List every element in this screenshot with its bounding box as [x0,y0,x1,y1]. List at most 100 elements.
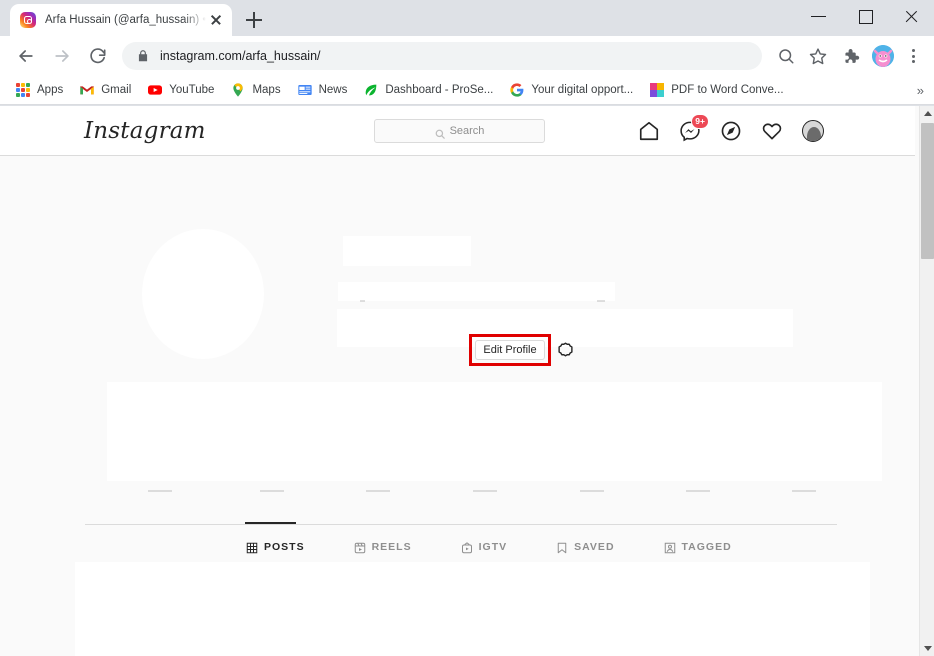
posts-grid-placeholder [75,562,870,656]
instagram-logo[interactable]: Instagram [84,118,206,144]
bookmark-label: Apps [37,84,63,96]
instagram-favicon [20,12,36,28]
bookmark-label: YouTube [169,84,214,96]
messenger-icon[interactable]: 9+ [679,120,701,142]
close-window-button[interactable] [888,0,934,32]
tab-title: Arfa Hussain (@arfa_hussain) • In [45,14,206,26]
edit-profile-button[interactable]: Edit Profile [475,340,545,360]
bookmarks-bar: Apps Gmail YouTube Maps News [0,76,934,105]
back-icon[interactable] [11,41,41,71]
tab-igtv[interactable]: IGTV [461,537,508,557]
skeleton-tick [366,490,390,492]
google-news-icon [297,82,313,98]
profile-picture-placeholder[interactable] [142,229,264,359]
maximize-button[interactable] [842,0,888,32]
bookmark-label: PDF to Word Conve... [671,84,783,96]
explore-icon[interactable] [720,120,742,142]
bookmark-label: Your digital opport... [531,84,633,96]
tab-label: IGTV [479,541,508,553]
profile-tabs: POSTS REELS IGTV [85,537,837,557]
bookmarks-overflow-button[interactable]: » [917,83,924,98]
colorful-squares-icon [649,82,665,98]
three-dot-menu[interactable] [900,42,926,70]
apps-grid-icon [15,82,31,98]
skeleton-tick [792,490,816,492]
active-tab-indicator [245,522,296,524]
scroll-down-arrow[interactable] [920,641,934,656]
grid-icon [246,541,258,553]
scroll-up-arrow[interactable] [920,106,934,121]
maps-pin-icon [230,82,246,98]
url-text: instagram.com/arfa_hussain/ [160,49,321,63]
google-g-icon [509,82,525,98]
activity-heart-icon[interactable] [761,120,783,142]
puzzle-icon[interactable] [836,42,864,70]
search-input[interactable]: Search [374,119,545,143]
skeleton-tick [597,300,605,302]
bookmark-apps[interactable]: Apps [8,79,70,101]
close-icon[interactable] [208,12,224,28]
bookmark-youtube[interactable]: YouTube [140,79,221,101]
page-viewport: Instagram Search 9+ [0,106,919,656]
tab-label: TAGGED [682,541,732,553]
bookmark-label: Dashboard - ProSe... [385,84,493,96]
message-badge: 9+ [691,114,709,129]
tab-label: POSTS [264,541,305,553]
bookmark-your-digital-opportunity[interactable]: Your digital opport... [502,79,640,101]
forward-icon[interactable] [47,41,77,71]
skeleton-tick [360,300,365,302]
igtv-icon [461,541,473,553]
tab-label: REELS [372,541,412,553]
bookmark-label: Gmail [101,84,131,96]
skeleton-tick [473,490,497,492]
instagram-header: Instagram Search 9+ [0,106,919,156]
skeleton-tick [686,490,710,492]
tab-reels[interactable]: REELS [354,537,412,557]
browser-window: Arfa Hussain (@arfa_hussain) • In instag… [0,0,934,656]
bookmark-gmail[interactable]: Gmail [72,79,138,101]
tagged-icon [664,541,676,553]
skeleton-tick [260,490,284,492]
bookmark-pdf-to-word[interactable]: PDF to Word Conve... [642,79,790,101]
instagram-nav: 9+ [638,120,824,142]
tabs-divider [85,524,837,525]
profile-avatar[interactable] [802,120,824,142]
bookmark-label: Maps [252,84,280,96]
title-bar: Arfa Hussain (@arfa_hussain) • In [0,0,934,36]
minimize-button[interactable] [796,0,842,32]
tab-posts[interactable]: POSTS [246,537,305,557]
home-icon[interactable] [638,120,660,142]
scroll-thumb[interactable] [921,123,934,259]
search-icon[interactable] [772,42,800,70]
address-bar[interactable]: instagram.com/arfa_hussain/ [122,42,762,70]
bookmark-maps[interactable]: Maps [223,79,287,101]
new-tab-button[interactable] [240,6,268,34]
search-icon [435,126,445,136]
highlights-placeholder [107,382,882,481]
bookmark-dashboard[interactable]: Dashboard - ProSe... [356,79,500,101]
reload-icon[interactable] [83,41,113,71]
tab-saved[interactable]: SAVED [556,537,614,557]
gmail-icon [79,82,95,98]
leaf-icon [363,82,379,98]
skeleton-tick [580,490,604,492]
tab-tagged[interactable]: TAGGED [664,537,732,557]
reels-icon [354,541,366,553]
bookmark-icon [556,541,568,553]
gear-icon[interactable] [557,341,574,358]
profile-avatar[interactable] [872,45,894,67]
skeleton-tick [148,490,172,492]
vertical-scrollbar[interactable] [919,106,934,656]
lock-icon [136,49,150,63]
tab-label: SAVED [574,541,614,553]
stats-placeholder [338,282,615,301]
bookmark-label: News [319,84,348,96]
bookmark-news[interactable]: News [290,79,355,101]
star-icon[interactable] [804,42,832,70]
browser-toolbar: instagram.com/arfa_hussain/ [0,36,934,76]
youtube-icon [147,82,163,98]
browser-tab[interactable]: Arfa Hussain (@arfa_hussain) • In [10,4,232,36]
search-placeholder: Search [450,125,485,137]
username-placeholder [343,236,471,266]
window-controls [796,0,934,32]
